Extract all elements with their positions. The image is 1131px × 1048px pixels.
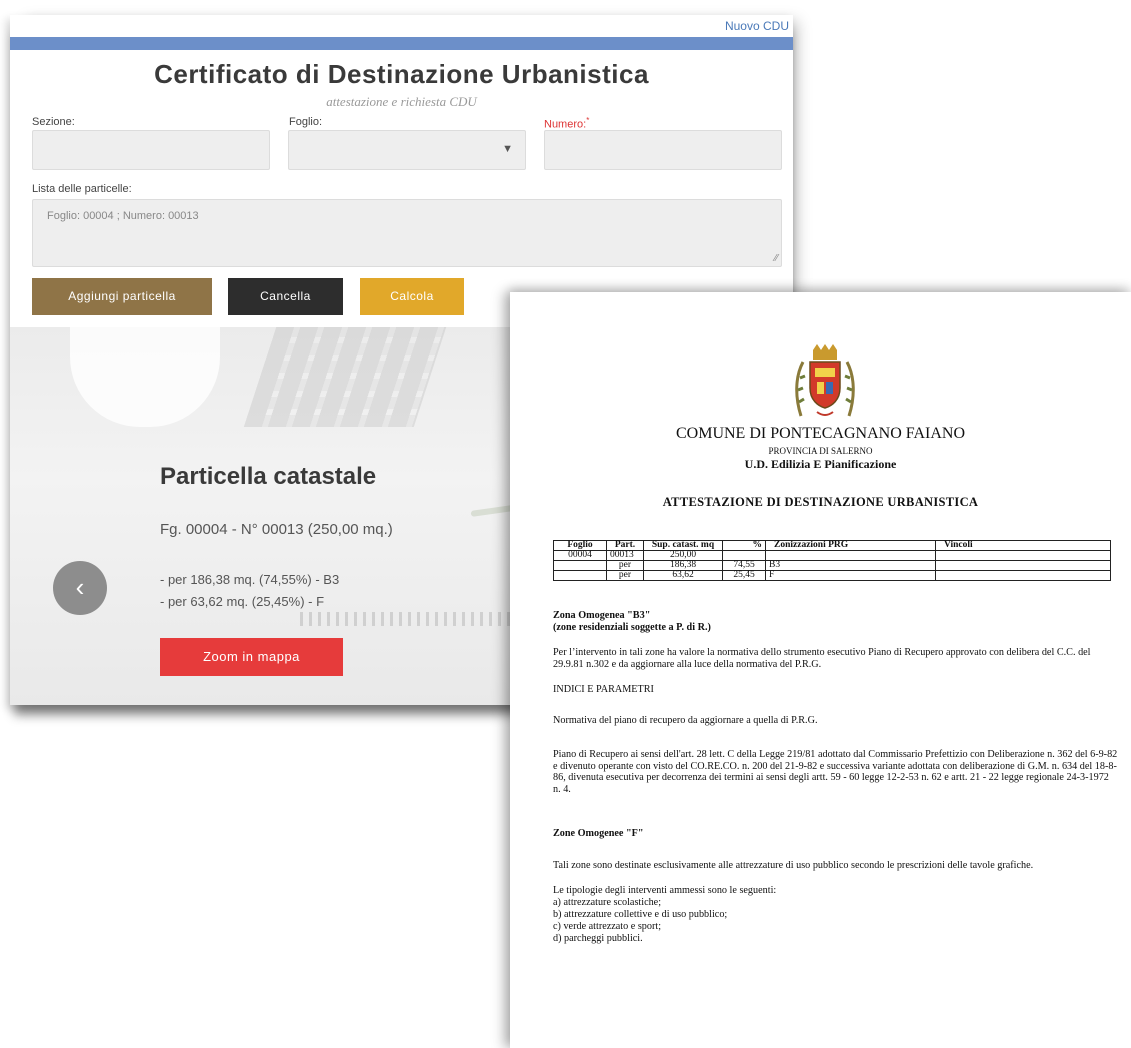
document-heading: ATTESTAZIONE DI DESTINAZIONE URBANISTICA bbox=[662, 495, 979, 509]
column-header: Foglio bbox=[553, 540, 607, 551]
table-cell: 00013 bbox=[606, 550, 644, 561]
paragraph: Tali zone sono destinate esclusivamente … bbox=[553, 860, 1034, 871]
table-cell: 250,00 bbox=[643, 550, 723, 561]
table-row: per 63,62 25,45 F bbox=[553, 570, 1111, 581]
attestazione-document: COMUNE DI PONTECAGNANO FAIANO PROVINCIA … bbox=[510, 292, 1131, 1048]
table-cell bbox=[553, 560, 607, 571]
list-item: b) attrezzature collettive e di uso pubb… bbox=[553, 909, 728, 920]
dropdown-arrow-icon: ▼ bbox=[502, 143, 513, 155]
table-cell bbox=[935, 560, 1111, 571]
list-item: d) parcheggi pubblici. bbox=[553, 933, 643, 944]
sezione-input[interactable] bbox=[32, 130, 270, 170]
table-cell bbox=[935, 550, 1111, 561]
column-header: Vincoli bbox=[935, 540, 1111, 551]
table-cell: B3 bbox=[765, 560, 936, 571]
particella-zone-line: - per 63,62 mq. (25,45%) - F bbox=[160, 594, 325, 609]
top-bar: Nuovo CDU bbox=[10, 15, 793, 38]
aggiungi-particella-button[interactable]: Aggiungi particella bbox=[32, 278, 212, 315]
comune-name: COMUNE DI PONTECAGNANO FAIANO bbox=[675, 425, 966, 442]
table-cell: per bbox=[606, 570, 644, 581]
comune-crest-icon bbox=[795, 344, 855, 417]
table-row: 00004 00013 250,00 bbox=[553, 550, 1111, 561]
sezione-label: Sezione: bbox=[32, 116, 75, 128]
table-cell: F bbox=[765, 570, 936, 581]
numero-label-text: Numero: bbox=[544, 118, 587, 131]
zoom-in-mappa-button[interactable]: Zoom in mappa bbox=[160, 638, 343, 676]
particella-zone-line: - per 186,38 mq. (74,55%) - B3 bbox=[160, 572, 340, 587]
column-header: Zonizzazioni PRG bbox=[765, 540, 936, 551]
table-cell bbox=[553, 570, 607, 581]
table-cell bbox=[765, 550, 936, 561]
table-cell: 25,45 bbox=[722, 570, 766, 581]
lista-label: Lista delle particelle: bbox=[32, 183, 132, 195]
column-header: Sup. catast. mq bbox=[643, 540, 723, 551]
table-cell: 00004 bbox=[553, 550, 607, 561]
particelle-table: Foglio Part. Sup. catast. mq % Zonizzazi… bbox=[553, 540, 1111, 581]
column-header: % bbox=[722, 540, 766, 551]
required-asterisk: * bbox=[586, 116, 590, 125]
table-cell: 63,62 bbox=[643, 570, 723, 581]
foglio-label: Foglio: bbox=[289, 116, 323, 128]
table-header-row: Foglio Part. Sup. catast. mq % Zonizzazi… bbox=[553, 540, 1111, 551]
paragraph: Le tipologie degli interventi ammessi so… bbox=[553, 885, 777, 896]
column-header: Part. bbox=[606, 540, 644, 551]
numero-input[interactable] bbox=[544, 130, 782, 170]
table-cell bbox=[722, 550, 766, 561]
list-item: a) attrezzature scolastiche; bbox=[553, 897, 662, 908]
nuovo-cdu-link[interactable]: Nuovo CDU bbox=[725, 19, 789, 33]
paragraph: Normativa del piano di recupero da aggio… bbox=[553, 715, 818, 726]
zona-b3-title: Zona Omogenea "B3" bbox=[553, 610, 651, 621]
list-item: c) verde attrezzato e sport; bbox=[553, 921, 662, 932]
numero-label: Numero:* bbox=[544, 116, 589, 131]
page-title: Certificato di Destinazione Urbanistica bbox=[154, 59, 649, 89]
provincia-name: PROVINCIA DI SALERNO bbox=[768, 446, 873, 456]
page-subtitle: attestazione e richiesta CDU bbox=[326, 94, 477, 109]
paragraph: Per l’intervento in tali zone ha valore … bbox=[553, 647, 1091, 670]
lista-particelle-value: Foglio: 00004 ; Numero: 00013 bbox=[47, 210, 199, 222]
table-cell: per bbox=[606, 560, 644, 571]
keyboard-background-image bbox=[243, 327, 447, 427]
mug-background-image bbox=[70, 327, 220, 427]
lista-particelle-textarea[interactable]: Foglio: 00004 ; Numero: 00013 ⁄⁄ bbox=[32, 199, 782, 267]
zone-f-title: Zone Omogenee "F" bbox=[553, 828, 644, 839]
indici-heading: INDICI E PARAMETRI bbox=[553, 684, 654, 695]
paragraph: Piano di Recupero ai sensi dell'art. 28 … bbox=[553, 749, 1118, 795]
particella-title: Particella catastale bbox=[160, 463, 377, 490]
table-cell bbox=[935, 570, 1111, 581]
table-cell: 74,55 bbox=[722, 560, 766, 571]
header-blue-bar bbox=[10, 37, 793, 50]
particella-fg-line: Fg. 00004 - N° 00013 (250,00 mq.) bbox=[160, 521, 393, 538]
prev-slide-button[interactable]: ‹ bbox=[53, 561, 107, 615]
ud-name: U.D. Edilizia E Pianificazione bbox=[744, 457, 897, 471]
resize-grip-icon[interactable]: ⁄⁄ bbox=[775, 253, 778, 264]
zona-b3-subtitle: (zone residenziali soggette a P. di R.) bbox=[553, 622, 711, 633]
foglio-select[interactable]: ▼ bbox=[288, 130, 526, 170]
table-cell: 186,38 bbox=[643, 560, 723, 571]
cancella-button[interactable]: Cancella bbox=[228, 278, 343, 315]
table-row: per 186,38 74,55 B3 bbox=[553, 560, 1111, 571]
calcola-button[interactable]: Calcola bbox=[360, 278, 464, 315]
